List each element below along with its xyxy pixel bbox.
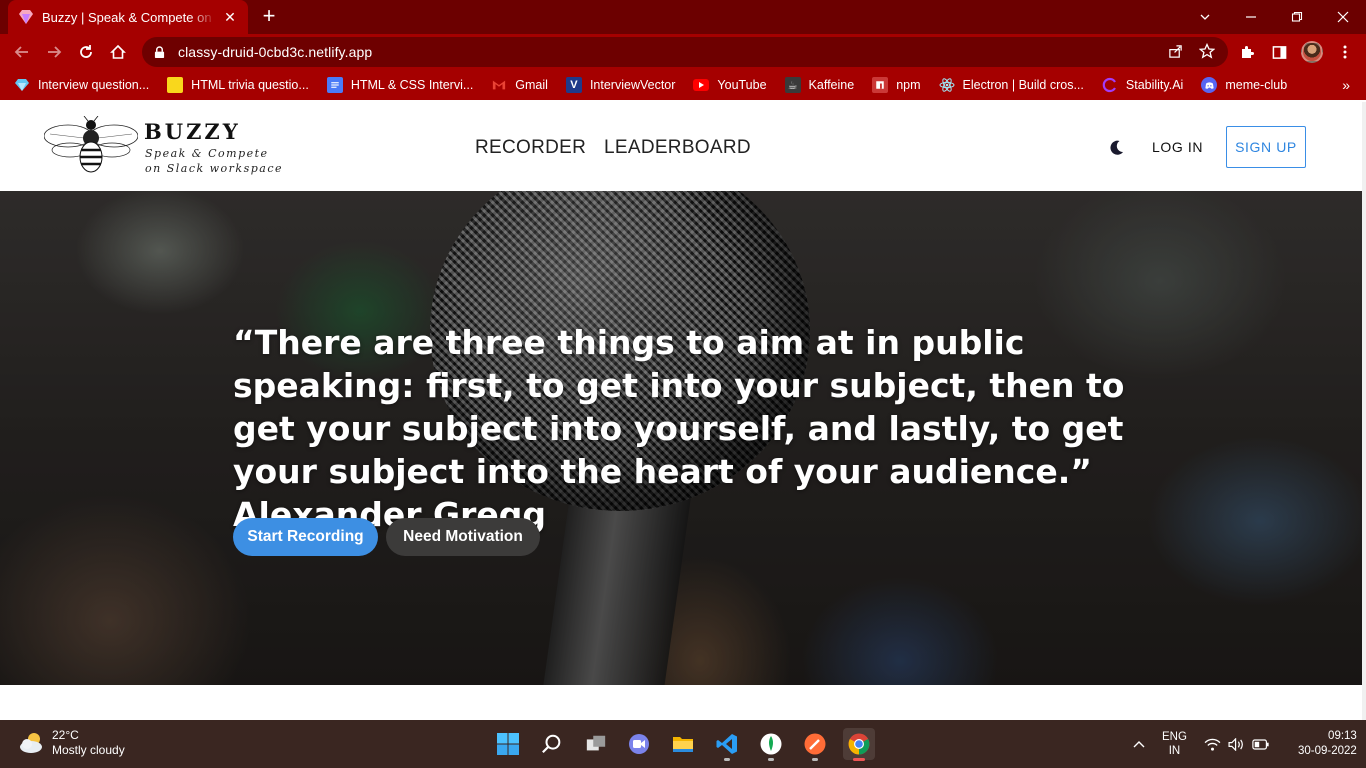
hero-section: “There are three things to aim at in pub… [0, 191, 1362, 685]
teams-chat-icon[interactable] [623, 728, 655, 760]
start-recording-button[interactable]: Start Recording [233, 518, 378, 556]
bookmarks-bar: Interview question... HTML trivia questi… [0, 70, 1366, 100]
address-bar[interactable]: classy-druid-0cbd3c.netlify.app [142, 37, 1228, 67]
battery-icon[interactable] [1252, 720, 1270, 768]
reload-icon[interactable] [74, 40, 98, 64]
tab-close-icon[interactable]: ✕ [222, 9, 238, 25]
postman-icon[interactable] [799, 728, 831, 761]
home-icon[interactable] [106, 40, 130, 64]
kaffeine-icon: ☕ [784, 77, 801, 93]
file-explorer-icon[interactable] [667, 728, 699, 760]
v-icon: V [565, 77, 582, 93]
language-indicator[interactable]: ENG IN [1162, 720, 1187, 768]
moon-icon[interactable] [1106, 138, 1126, 158]
buzzy-favicon-icon [18, 9, 34, 25]
nav-recorder-link[interactable]: RECORDER [475, 137, 586, 159]
bookmark-item[interactable]: meme-club [1201, 77, 1287, 93]
signup-button[interactable]: SIGN UP [1226, 126, 1306, 168]
bookmark-label: Interview question... [38, 78, 150, 92]
login-button[interactable]: LOG IN [1152, 139, 1203, 155]
bookmark-label: InterviewVector [589, 78, 676, 92]
bookmark-label: Gmail [515, 78, 548, 92]
minimize-icon[interactable] [1228, 0, 1274, 34]
clock-time: 09:13 [1328, 730, 1357, 742]
lang-bottom: IN [1168, 745, 1181, 757]
lang-top: ENG [1162, 731, 1187, 743]
bookmark-label: YouTube [717, 78, 767, 92]
page-scrollbar[interactable] [1362, 102, 1366, 720]
youtube-icon [693, 77, 710, 93]
menu-kebab-icon[interactable] [1333, 40, 1357, 64]
tab-title: Buzzy | Speak & Compete on slack workspa… [42, 9, 216, 25]
bookmark-label: Kaffeine [808, 78, 855, 92]
logo-tagline: Speak & Compete on Slack workspace [145, 147, 284, 175]
bookmarks-overflow-icon[interactable]: » [1342, 77, 1350, 93]
restore-icon[interactable] [1274, 0, 1320, 34]
mongodb-compass-icon[interactable] [755, 728, 787, 761]
site-navbar: BUZZY Speak & Compete on Slack workspace… [0, 102, 1362, 191]
hero-quote: “There are three things to aim at in pub… [233, 323, 1125, 534]
clock-date: 30-09-2022 [1298, 745, 1357, 757]
bookmark-item[interactable]: npm [872, 77, 921, 93]
gmail-icon [491, 77, 507, 93]
profile-avatar[interactable] [1301, 41, 1323, 63]
bookmark-label: meme-club [1225, 78, 1288, 92]
doc-icon [326, 77, 343, 93]
weather-temperature: 22°C [52, 728, 79, 742]
weather-description: Mostly cloudy [52, 743, 125, 757]
nav-leaderboard-link[interactable]: LEADERBOARD [604, 137, 751, 159]
need-motivation-button[interactable]: Need Motivation [386, 518, 540, 556]
bee-logo-icon [44, 116, 138, 173]
browser-tab[interactable]: Buzzy | Speak & Compete on slack workspa… [8, 0, 248, 34]
tab-strip: Buzzy | Speak & Compete on slack workspa… [0, 0, 1366, 34]
bookmark-star-icon[interactable] [1196, 40, 1218, 62]
buzzy-logo[interactable]: BUZZY Speak & Compete on Slack workspace [44, 116, 282, 178]
bookmark-label: HTML & CSS Intervi... [350, 78, 474, 92]
browser-toolbar: classy-druid-0cbd3c.netlify.app [0, 34, 1366, 70]
clock[interactable]: 09:13 30-09-2022 [1298, 720, 1357, 768]
bookmark-label: Stability.Ai [1125, 78, 1184, 92]
close-window-icon[interactable] [1320, 0, 1366, 34]
bookmark-item[interactable]: V InterviewVector [565, 77, 676, 93]
bookmark-item[interactable]: HTML & CSS Intervi... [326, 77, 474, 93]
bookmark-label: npm [896, 78, 921, 92]
bookmark-item[interactable]: Interview question... [14, 77, 149, 93]
share-icon[interactable] [1164, 40, 1186, 62]
bookmark-item[interactable]: Electron | Build cros... [939, 77, 1084, 93]
url-text: classy-druid-0cbd3c.netlify.app [178, 44, 373, 60]
bookmark-item[interactable]: HTML trivia questio... [167, 77, 309, 93]
forward-icon[interactable] [42, 40, 66, 64]
lock-icon[interactable] [154, 45, 168, 59]
npm-icon [872, 77, 889, 93]
weather-widget[interactable]: 22°C Mostly cloudy [18, 728, 125, 758]
web-page: BUZZY Speak & Compete on Slack workspace… [0, 102, 1362, 720]
bookmark-item[interactable]: YouTube [693, 77, 767, 93]
wifi-icon[interactable] [1204, 720, 1221, 768]
vscode-icon[interactable] [711, 728, 743, 761]
windows-taskbar: 22°C Mostly cloudy ENG IN 09:13 30-09-20… [0, 720, 1366, 768]
new-tab-button[interactable]: + [258, 5, 280, 28]
search-icon[interactable] [536, 728, 568, 760]
back-icon[interactable] [10, 40, 34, 64]
side-panel-icon[interactable] [1267, 40, 1291, 64]
bookmark-label: HTML trivia questio... [191, 78, 309, 92]
bookmark-label: Electron | Build cros... [962, 78, 1084, 92]
extensions-icon[interactable] [1235, 40, 1259, 64]
bookmark-item[interactable]: ☕ Kaffeine [784, 77, 855, 93]
chrome-icon[interactable] [843, 728, 875, 761]
tray-overflow-icon[interactable] [1133, 720, 1145, 768]
stability-icon [1102, 77, 1118, 93]
volume-icon[interactable] [1228, 720, 1245, 768]
electron-icon [939, 77, 955, 93]
bookmark-item[interactable]: Stability.Ai [1102, 77, 1183, 93]
diamond-icon [14, 77, 30, 93]
logo-title: BUZZY [144, 119, 241, 144]
cloud-sun-icon [20, 733, 42, 753]
discord-icon [1201, 77, 1218, 93]
note-icon [167, 77, 184, 93]
start-windows-icon[interactable] [492, 728, 524, 760]
tab-search-icon[interactable] [1182, 0, 1228, 34]
bookmark-item[interactable]: Gmail [491, 77, 548, 93]
task-view-icon[interactable] [580, 728, 612, 760]
